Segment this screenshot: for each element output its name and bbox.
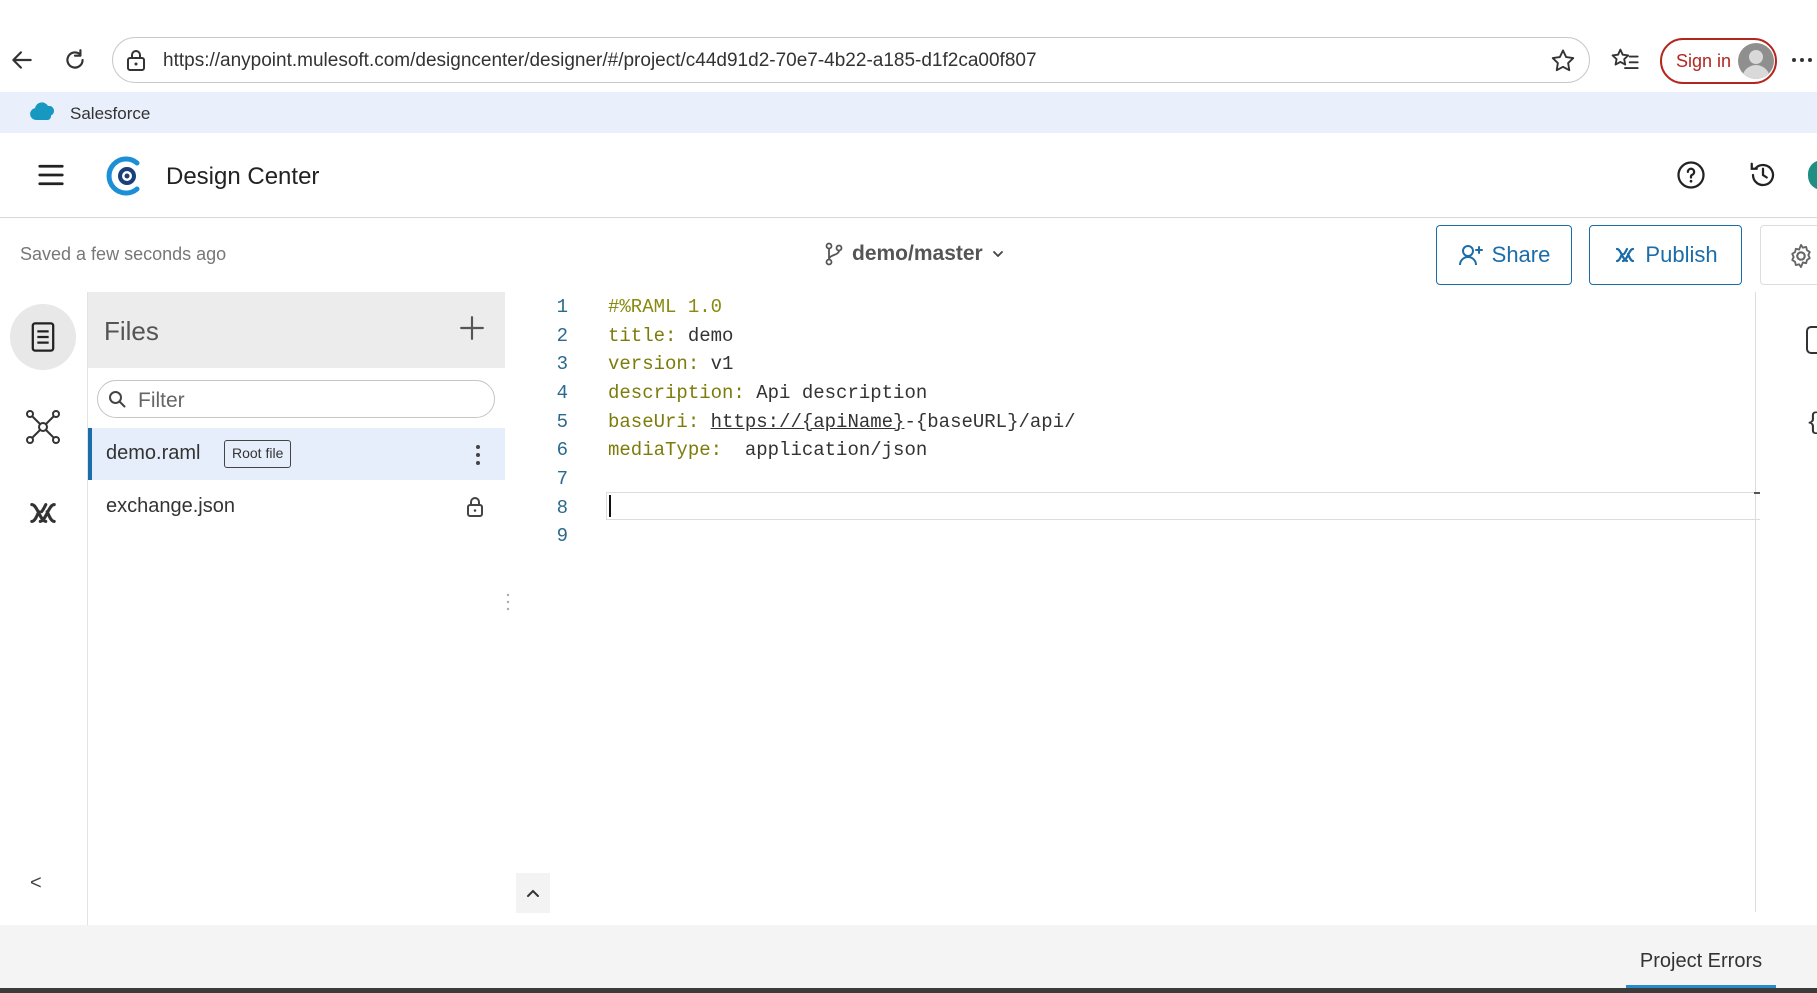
raml-value: -{baseURL}/api/	[904, 411, 1076, 433]
code-line: description: Api description	[608, 382, 927, 404]
branch-selector[interactable]: demo/master	[824, 238, 1005, 270]
json-braces-icon[interactable]: {	[1806, 410, 1817, 437]
window-bottom-edge	[0, 988, 1817, 993]
kebab-menu-icon[interactable]	[474, 444, 482, 466]
raml-value: v1	[699, 353, 734, 375]
star-icon[interactable]	[1549, 47, 1577, 75]
raml-value: demo	[676, 325, 734, 347]
app-header: Design Center	[0, 133, 1817, 218]
root-file-badge: Root file	[224, 440, 292, 468]
line-number: 1	[556, 296, 568, 318]
api-summary-icon[interactable]	[1806, 326, 1817, 354]
exchange-icon	[30, 503, 56, 523]
text-cursor	[609, 495, 611, 517]
filter-field[interactable]	[97, 380, 495, 418]
favorites-bar: Salesforce	[0, 92, 1817, 133]
line-number: 2	[556, 325, 568, 347]
settings-button[interactable]	[1760, 225, 1817, 285]
files-view-button[interactable]	[10, 304, 76, 370]
project-toolbar: Saved a few seconds ago demo/master Shar…	[0, 218, 1817, 293]
raml-key: description:	[608, 382, 745, 404]
publish-button[interactable]: Publish	[1589, 225, 1742, 285]
refresh-icon[interactable]	[55, 40, 95, 80]
project-errors-label: Project Errors	[1639, 950, 1763, 972]
code-editor[interactable]: 1 #%RAML 1.0 2 title: demo 3 version: v1…	[512, 292, 1774, 912]
line-number: 3	[556, 353, 568, 375]
lock-icon[interactable]	[125, 48, 147, 72]
sign-in-button[interactable]: Sign in	[1660, 38, 1777, 84]
avatar	[1738, 43, 1774, 79]
url-text[interactable]: https://anypoint.mulesoft.com/designcent…	[163, 50, 1037, 72]
left-rail: <	[0, 292, 88, 925]
favorite-salesforce-link[interactable]: Salesforce	[70, 104, 150, 124]
saved-status: Saved a few seconds ago	[20, 244, 227, 264]
sign-in-label: Sign in	[1676, 51, 1732, 71]
gear-icon	[1787, 242, 1815, 270]
code-line: baseUri: https://{apiName}-{baseURL}/api…	[608, 411, 1076, 433]
line-number: 4	[556, 382, 568, 404]
raml-key: baseUri:	[608, 411, 700, 433]
network-nodes-icon	[26, 410, 60, 444]
file-name: demo.raml	[106, 442, 201, 464]
file-item-demo-raml[interactable]: demo.raml Root file	[88, 428, 505, 480]
panel-resize-handle[interactable]	[505, 292, 512, 925]
back-arrow-icon[interactable]	[2, 40, 42, 80]
design-center-logo-icon	[104, 153, 150, 199]
exchange-dependencies-button[interactable]	[10, 480, 76, 546]
history-icon[interactable]	[1748, 160, 1778, 190]
raml-value: Api description	[744, 382, 928, 404]
help-icon[interactable]	[1676, 160, 1706, 190]
code-line: #%RAML 1.0	[608, 296, 723, 318]
app-title: Design Center	[166, 163, 320, 190]
right-panel-strip: {	[1760, 292, 1817, 912]
raml-key: version:	[608, 353, 700, 375]
chevron-up-icon	[527, 889, 539, 897]
filter-input[interactable]	[136, 388, 480, 414]
plus-icon	[460, 316, 484, 340]
share-button[interactable]: Share	[1436, 225, 1572, 285]
hamburger-menu-icon[interactable]	[36, 160, 66, 190]
line-number: 8	[556, 497, 568, 519]
project-errors-tab[interactable]: Project Errors	[1626, 943, 1776, 988]
chevron-down-icon	[992, 251, 1003, 258]
files-title: Files	[104, 316, 159, 346]
raml-key: mediaType:	[608, 439, 723, 461]
code-line: version: v1	[608, 353, 733, 375]
code-line: title: demo	[608, 325, 733, 347]
line-number: 6	[556, 439, 568, 461]
files-header: Files	[88, 292, 505, 368]
code-line: mediaType: application/json	[608, 439, 927, 461]
api-fragments-button[interactable]	[10, 394, 76, 460]
toggle-bottom-panel-button[interactable]	[516, 873, 550, 913]
line-number: 5	[556, 411, 568, 433]
file-name: exchange.json	[106, 495, 235, 517]
branch-icon	[825, 242, 843, 266]
address-bar[interactable]: https://anypoint.mulesoft.com/designcent…	[112, 37, 1590, 83]
branch-label: demo/master	[852, 242, 983, 265]
favorites-icon[interactable]	[1610, 46, 1640, 74]
editor-scrollbar-track[interactable]	[1755, 292, 1756, 912]
salesforce-cloud-icon	[28, 100, 58, 122]
collapse-sidebar-icon[interactable]: <	[30, 872, 42, 895]
raml-link-value[interactable]: https://{apiName}	[711, 411, 905, 433]
exchange-icon	[1616, 247, 1635, 263]
share-label: Share	[1491, 242, 1551, 267]
add-file-button[interactable]	[454, 310, 490, 346]
raml-key: title:	[608, 325, 677, 347]
raml-value: application/json	[722, 439, 928, 461]
search-icon	[108, 390, 126, 408]
document-icon	[31, 322, 55, 352]
add-user-icon	[1458, 245, 1483, 266]
lock-icon	[466, 496, 484, 518]
line-number: 9	[556, 525, 568, 547]
publish-label: Publish	[1645, 242, 1718, 267]
active-line-highlight	[606, 492, 1774, 520]
files-panel: Files demo.raml Root file exchange.json	[88, 292, 505, 925]
bottom-panel-bar: Project Errors	[0, 925, 1817, 993]
more-options-icon[interactable]	[1790, 48, 1814, 72]
line-number: 7	[556, 468, 568, 490]
user-avatar[interactable]	[1808, 160, 1817, 190]
file-item-exchange-json[interactable]: exchange.json	[88, 481, 505, 533]
